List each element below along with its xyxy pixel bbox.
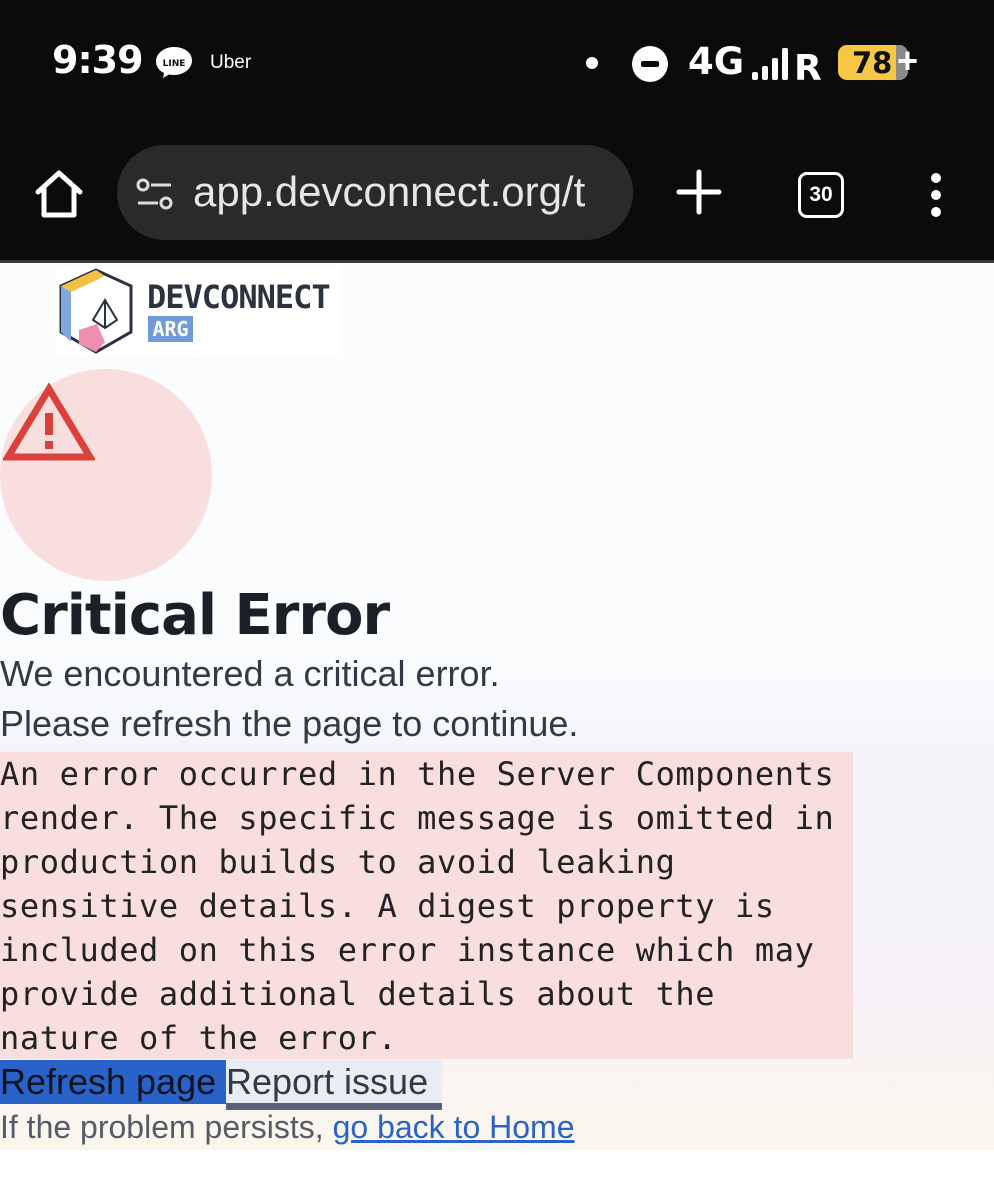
devconnect-logo[interactable]: DEVCONNECT ARG bbox=[55, 266, 340, 356]
svg-text:R: R bbox=[794, 48, 822, 82]
page-content: DEVCONNECT ARG Critical Error We encount… bbox=[0, 263, 994, 1150]
footer-help-text: If the problem persists, go back to Home bbox=[0, 1109, 574, 1146]
warning-badge bbox=[0, 369, 212, 581]
signal-strength-icon: R bbox=[752, 48, 822, 82]
warning-icon bbox=[3, 383, 95, 461]
error-message-line-2: Please refresh the page to continue. bbox=[0, 703, 579, 744]
report-issue-button[interactable]: Report issue bbox=[226, 1060, 442, 1110]
page-title: Critical Error bbox=[0, 583, 390, 648]
logo-wordmark: DEVCONNECT bbox=[147, 278, 331, 316]
error-message-line-1: We encountered a critical error. bbox=[0, 653, 500, 694]
battery-level: 78 bbox=[852, 46, 893, 80]
clock: 9:39 bbox=[52, 38, 144, 82]
refresh-page-button[interactable]: Refresh page bbox=[0, 1060, 226, 1104]
devconnect-logo-mark-icon bbox=[59, 268, 133, 354]
uber-app-label: Uber bbox=[210, 52, 252, 73]
error-details: An error occurred in the Server Componen… bbox=[0, 752, 853, 1059]
browser-toolbar: app.devconnect.org/t 30 bbox=[0, 130, 994, 263]
network-type: 4G bbox=[688, 40, 745, 83]
notification-dot-icon bbox=[586, 57, 598, 69]
logo-badge: ARG bbox=[148, 316, 193, 342]
more-menu-icon[interactable] bbox=[928, 172, 944, 218]
address-bar[interactable]: app.devconnect.org/t bbox=[117, 145, 633, 240]
home-icon[interactable] bbox=[30, 165, 88, 223]
url-text[interactable]: app.devconnect.org/t bbox=[193, 168, 585, 216]
line-app-icon: LINE bbox=[156, 47, 192, 78]
footer-text: If the problem persists, bbox=[0, 1109, 333, 1145]
status-bar: 9:39 LINE Uber 4G R 78 + bbox=[0, 0, 994, 130]
home-link[interactable]: go back to Home bbox=[333, 1109, 575, 1145]
new-tab-icon[interactable] bbox=[675, 168, 723, 216]
charging-icon: + bbox=[897, 40, 919, 81]
svg-text:LINE: LINE bbox=[163, 59, 186, 69]
do-not-disturb-icon bbox=[632, 46, 668, 82]
tab-switcher-button[interactable]: 30 bbox=[798, 172, 844, 218]
site-settings-icon[interactable] bbox=[135, 177, 175, 211]
